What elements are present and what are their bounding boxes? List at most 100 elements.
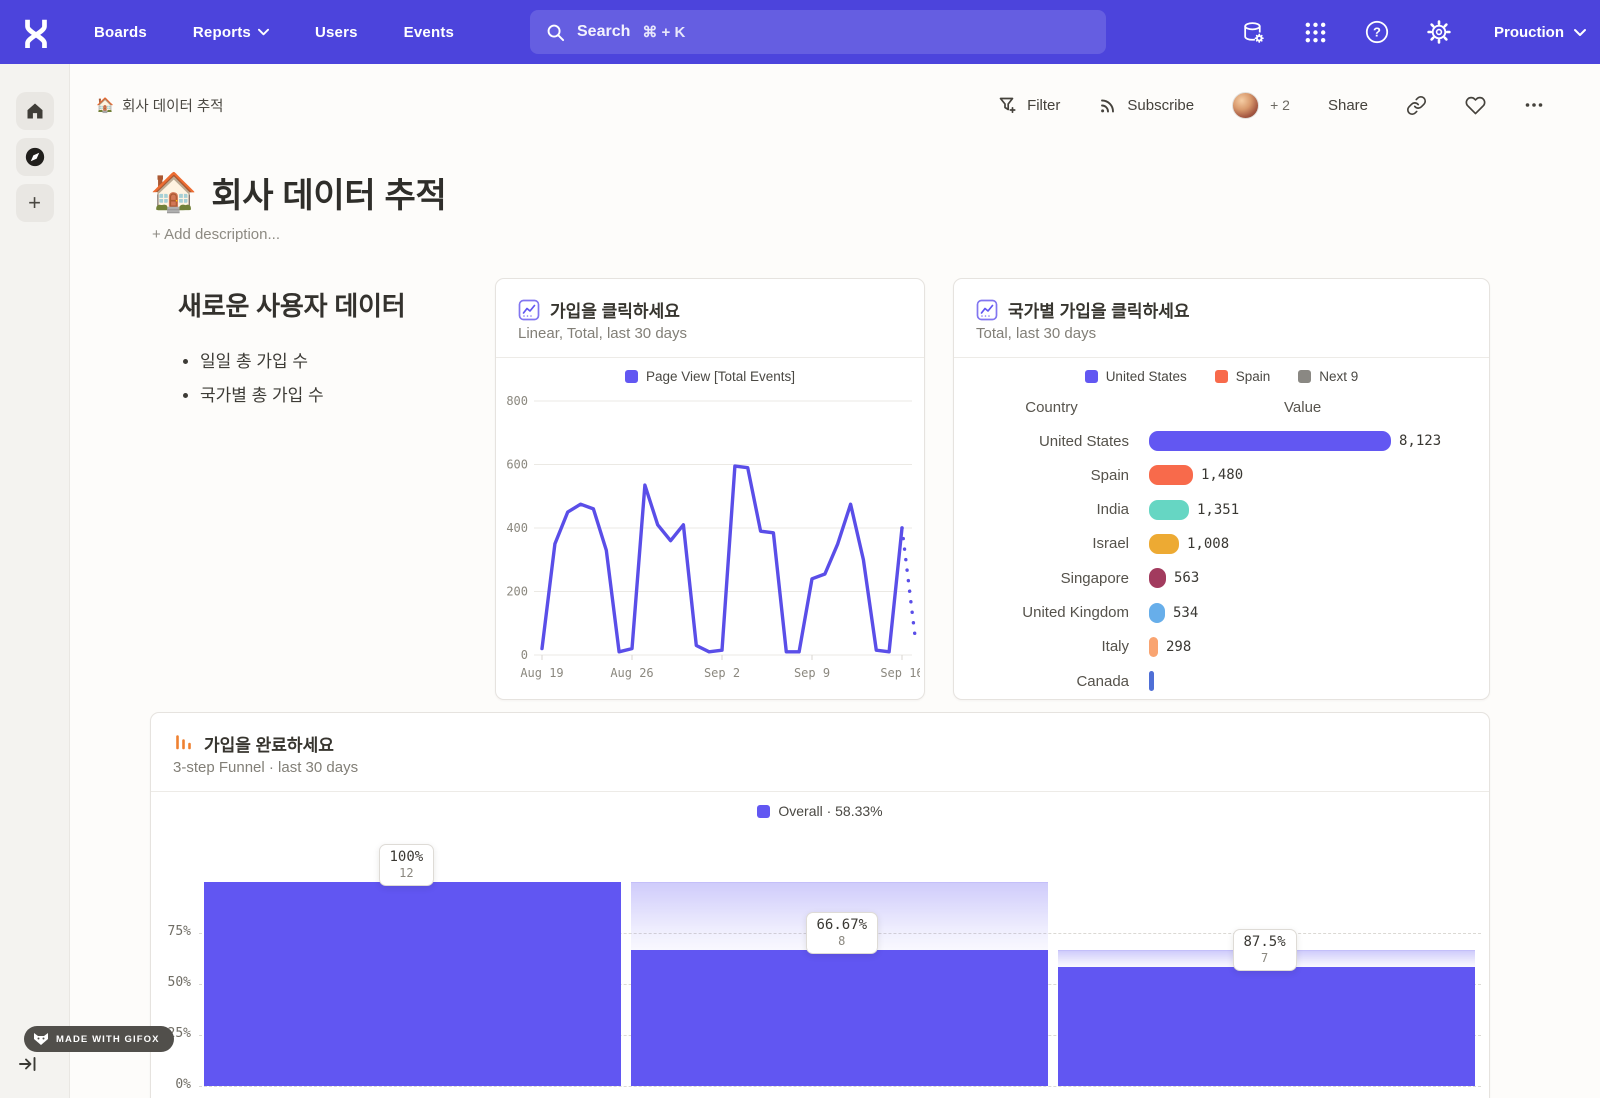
create-button[interactable]: + [16,184,54,222]
bar-row-spain[interactable]: Spain 1,480 [954,463,1243,487]
bar-row-canada[interactable]: Canada [954,669,1162,693]
nav-item-users[interactable]: Users [315,24,358,41]
bar-row-united-states[interactable]: United States8,123 [954,429,1441,453]
project-switcher[interactable]: Prouction [1494,24,1586,41]
nav-item-reports[interactable]: Reports [193,24,269,41]
svg-text:800: 800 [506,394,528,408]
home-button[interactable] [16,92,54,130]
line-chart[interactable]: 0200400600800Aug 19Aug 26Sep 2Sep 9Sep 1… [502,383,920,685]
link-icon [1406,95,1427,116]
country-label: Italy [954,638,1149,655]
settings-gear-icon[interactable] [1426,19,1452,45]
bar-row-united-kingdom[interactable]: United Kingdom 534 [954,601,1198,625]
card-title[interactable]: 가입을 클릭하세요 [550,297,680,322]
country-label: United Kingdom [954,604,1149,621]
value-bar[interactable] [1149,671,1154,691]
legend-label: United States [1106,369,1187,384]
data-management-icon[interactable] [1240,19,1266,45]
bar-row-singapore[interactable]: Singapore 563 [954,566,1199,590]
value-bar[interactable] [1149,637,1158,657]
share-button[interactable]: Share [1328,97,1368,114]
favorite-button[interactable] [1465,95,1486,116]
card-title[interactable]: 국가별 가입을 클릭하세요 [1008,297,1190,322]
legend-swatch [1085,370,1098,383]
svg-text:Sep 2: Sep 2 [704,666,740,680]
compass-icon [24,146,46,168]
nav-item-events[interactable]: Events [404,24,454,41]
mixpanel-logo[interactable] [18,14,54,50]
apps-grid-icon[interactable] [1302,19,1328,45]
value-bar[interactable] [1149,500,1189,520]
country-label: Singapore [954,570,1149,587]
conversion-pct: 87.5% [1244,934,1286,950]
nav-item-label: Boards [94,24,147,41]
board-toolbar: 🏠 회사 데이터 추적 Filter Subscribe + 2 Share [96,86,1544,124]
conversion-count: 8 [817,934,868,948]
legend-label: Spain [1236,369,1271,384]
funnel-chart-card[interactable]: 가입을 완료하세요 3-step Funnel · last 30 days O… [150,712,1490,1098]
help-icon[interactable]: ? [1364,19,1390,45]
column-header-value: Value [1284,399,1321,416]
value-bar[interactable] [1149,431,1391,451]
svg-text:?: ? [1373,25,1381,40]
notes-text-card[interactable]: 새로운 사용자 데이터 일일 총 가입 수 국가별 총 가입 수 [178,286,478,415]
bar-row-israel[interactable]: Israel1,008 [954,532,1229,556]
notes-list: 일일 총 가입 수 국가별 총 가입 수 [178,347,478,406]
add-description[interactable]: + Add description... [152,226,280,243]
bar-row-india[interactable]: India1,351 [954,498,1239,522]
country-label: Israel [954,535,1149,552]
nav-item-boards[interactable]: Boards [94,24,147,41]
y-axis-label: 0% [151,1077,191,1092]
value-label: 563 [1174,570,1199,586]
funnel-bar-step-3[interactable] [1058,967,1475,1086]
ellipsis-icon [1524,95,1544,115]
subscribe-button[interactable]: Subscribe [1098,95,1194,115]
value-bar[interactable] [1149,568,1166,588]
collapse-arrow-icon [18,1054,38,1074]
line-chart-card[interactable]: 가입을 클릭하세요 Linear, Total, last 30 days Pa… [495,278,925,700]
share-label: Share [1328,97,1368,114]
chevron-down-icon [258,28,269,36]
y-axis-label: 75% [151,924,191,939]
sidebar-collapse-button[interactable] [18,1054,38,1074]
insights-chart-icon [518,299,540,321]
value-bar[interactable] [1149,603,1165,623]
left-sidebar: + [0,64,70,1098]
svg-text:200: 200 [506,585,528,599]
bar-row-italy[interactable]: Italy298 [954,635,1191,659]
subscribe-label: Subscribe [1127,97,1194,114]
country-label: Spain [954,467,1149,484]
funnel-plot: 75%50%25%0%100%1266.67%887.5%7 [151,713,1489,1098]
more-options-button[interactable] [1524,95,1544,115]
funnel-bar-step-2[interactable] [631,950,1048,1086]
value-bar[interactable] [1149,465,1193,485]
svg-text:600: 600 [506,458,528,472]
legend-swatch [1215,370,1228,383]
search-input[interactable]: Search ⌘ + K [530,10,1106,54]
search-shortcut: ⌘ + K [642,23,685,41]
filter-button[interactable]: Filter [998,95,1060,115]
funnel-tooltip-step-1: 100%12 [379,844,435,886]
top-navigation: Boards Reports Users Events Search ⌘ + K [0,0,1600,64]
value-label: 534 [1173,605,1198,621]
svg-text:Aug 26: Aug 26 [610,666,653,680]
value-bar[interactable] [1149,534,1179,554]
value-label: 1,480 [1201,467,1243,483]
country-label: Canada [954,673,1149,690]
y-axis-label: 50% [151,975,191,990]
search-placeholder: Search [577,23,630,41]
heart-icon [1465,95,1486,116]
copy-link-button[interactable] [1406,95,1427,116]
discover-button[interactable] [16,138,54,176]
breadcrumb[interactable]: 🏠 회사 데이터 추적 [96,95,224,116]
card-subtitle: Total, last 30 days [976,325,1096,342]
svg-text:400: 400 [506,521,528,535]
bar-chart-card[interactable]: 국가별 가입을 클릭하세요 Total, last 30 days United… [953,278,1490,700]
notes-bullet: 국가별 총 가입 수 [200,381,478,406]
insights-chart-icon [976,299,998,321]
funnel-bar-step-1[interactable] [204,882,621,1086]
board-title[interactable]: 회사 데이터 추적 [211,168,446,217]
board-emoji: 🏠 [150,174,197,212]
collaborators[interactable]: + 2 [1232,92,1290,119]
breadcrumb-label: 회사 데이터 추적 [122,95,223,116]
